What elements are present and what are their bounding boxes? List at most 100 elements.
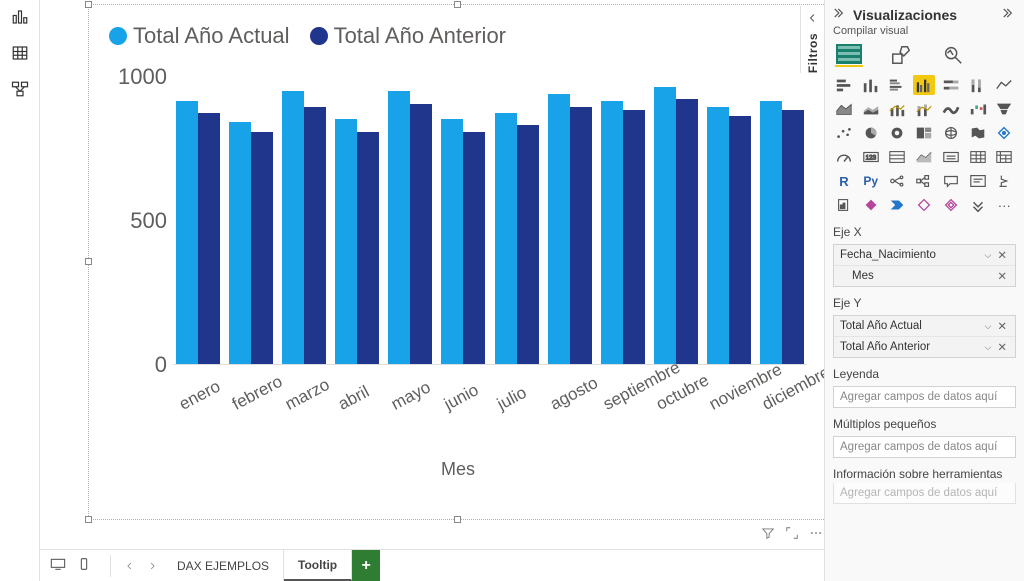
viz-100-stacked-column-icon[interactable] bbox=[967, 75, 989, 95]
chevron-down-icon[interactable]: ⌵ bbox=[985, 250, 992, 261]
bar-group[interactable] bbox=[386, 91, 435, 364]
viz-clustered-column-icon[interactable] bbox=[913, 75, 935, 95]
bar-series-1[interactable] bbox=[388, 91, 410, 364]
viz-table-icon[interactable] bbox=[967, 147, 989, 167]
viz-custom-2-icon[interactable] bbox=[940, 195, 962, 215]
viz-goals-icon[interactable] bbox=[993, 171, 1015, 191]
viz-matrix-icon[interactable] bbox=[993, 147, 1015, 167]
viz-donut-icon[interactable] bbox=[886, 123, 908, 143]
legend-item-1[interactable]: Total Año Actual bbox=[109, 23, 290, 49]
viz-azure-map-icon[interactable] bbox=[993, 123, 1015, 143]
plot-area[interactable] bbox=[173, 55, 807, 365]
multiplos-well[interactable]: Agregar campos de datos aquí bbox=[833, 436, 1016, 458]
viz-funnel-icon[interactable] bbox=[993, 99, 1015, 119]
model-view-icon[interactable] bbox=[9, 78, 31, 100]
viz-pie-icon[interactable] bbox=[860, 123, 882, 143]
chevron-down-icon[interactable]: ⌵ bbox=[985, 321, 992, 332]
phone-preview-icon[interactable] bbox=[76, 557, 92, 574]
viz-decomposition-tree-icon[interactable] bbox=[913, 171, 935, 191]
bar-group[interactable] bbox=[333, 119, 382, 364]
leyenda-well[interactable]: Agregar campos de datos aquí bbox=[833, 386, 1016, 408]
bar-series-1[interactable] bbox=[282, 91, 304, 364]
bar-group[interactable] bbox=[492, 113, 541, 364]
field-fecha-nacimiento[interactable]: Fecha_Nacimiento ⌵ ✕ bbox=[834, 245, 1015, 266]
field-mes[interactable]: Mes ✕ bbox=[834, 266, 1015, 286]
filters-pane-collapsed[interactable]: Filtros bbox=[800, 6, 824, 73]
viz-slicer-icon[interactable] bbox=[940, 147, 962, 167]
eje-y-well[interactable]: Total Año Actual ⌵ ✕ Total Año Anterior … bbox=[833, 315, 1016, 358]
viz-line-icon[interactable] bbox=[993, 75, 1015, 95]
bar-group[interactable] bbox=[279, 91, 328, 364]
viz-stacked-bar-icon[interactable] bbox=[833, 75, 855, 95]
eje-x-well[interactable]: Fecha_Nacimiento ⌵ ✕ Mes ✕ bbox=[833, 244, 1016, 287]
tab-dax-ejemplos[interactable]: DAX EJEMPLOS bbox=[163, 550, 284, 581]
viz-kpi-icon[interactable] bbox=[913, 147, 935, 167]
bar-series-2[interactable] bbox=[623, 110, 645, 364]
report-view-icon[interactable] bbox=[9, 6, 31, 28]
viz-gauge-icon[interactable] bbox=[833, 147, 855, 167]
viz-key-influencers-icon[interactable] bbox=[886, 171, 908, 191]
viz-map-icon[interactable] bbox=[940, 123, 962, 143]
remove-field-icon[interactable]: ✕ bbox=[995, 269, 1009, 283]
bar-series-1[interactable] bbox=[176, 101, 198, 365]
bar-series-2[interactable] bbox=[357, 132, 379, 365]
focus-mode-icon[interactable] bbox=[785, 526, 799, 543]
add-page-button[interactable]: + bbox=[352, 550, 380, 581]
bar-series-2[interactable] bbox=[570, 107, 592, 364]
remove-field-icon[interactable]: ✕ bbox=[995, 340, 1009, 354]
viz-r-icon[interactable]: R bbox=[833, 171, 855, 191]
tab-nav-prev-icon[interactable] bbox=[119, 550, 141, 581]
viz-line-clustered-column-icon[interactable] bbox=[886, 99, 908, 119]
bar-series-2[interactable] bbox=[463, 132, 485, 365]
viz-treemap-icon[interactable] bbox=[913, 123, 935, 143]
tooltip-well[interactable]: Agregar campos de datos aquí bbox=[833, 483, 1016, 504]
viz-custom-1-icon[interactable] bbox=[913, 195, 935, 215]
viz-clustered-bar-icon[interactable] bbox=[886, 75, 908, 95]
viz-powerapps-icon[interactable] bbox=[860, 195, 882, 215]
bar-series-2[interactable] bbox=[676, 99, 698, 364]
bar-series-2[interactable] bbox=[782, 110, 804, 364]
bar-series-1[interactable] bbox=[441, 119, 463, 364]
viz-more-icon[interactable]: ··· bbox=[993, 195, 1015, 215]
viz-tab-build[interactable] bbox=[835, 43, 863, 67]
bar-series-1[interactable] bbox=[335, 119, 357, 364]
bar-group[interactable] bbox=[439, 119, 488, 364]
chart-visual[interactable]: Total Año Actual Total Año Anterior 1000… bbox=[88, 4, 824, 520]
viz-multirow-card-icon[interactable] bbox=[886, 147, 908, 167]
more-options-icon[interactable] bbox=[809, 526, 823, 543]
remove-field-icon[interactable]: ✕ bbox=[995, 248, 1009, 262]
viz-powerautomate-icon[interactable] bbox=[886, 195, 908, 215]
viz-stacked-area-icon[interactable] bbox=[860, 99, 882, 119]
bar-series-2[interactable] bbox=[251, 132, 273, 365]
bar-group[interactable] bbox=[173, 101, 222, 365]
canvas-area[interactable]: Total Año Actual Total Año Anterior 1000… bbox=[40, 0, 824, 549]
expand-pane-icon[interactable] bbox=[1002, 6, 1016, 23]
viz-ribbon-icon[interactable] bbox=[940, 99, 962, 119]
field-total-ano-anterior[interactable]: Total Año Anterior ⌵ ✕ bbox=[834, 337, 1015, 357]
collapse-pane-icon[interactable] bbox=[833, 6, 847, 23]
remove-field-icon[interactable]: ✕ bbox=[995, 319, 1009, 333]
viz-get-more-icon[interactable] bbox=[967, 195, 989, 215]
desktop-preview-icon[interactable] bbox=[50, 557, 66, 574]
bar-series-1[interactable] bbox=[707, 107, 729, 364]
bar-group[interactable] bbox=[758, 101, 807, 365]
viz-scatter-icon[interactable] bbox=[833, 123, 855, 143]
bar-series-1[interactable] bbox=[601, 101, 623, 365]
viz-py-icon[interactable]: Py bbox=[860, 171, 882, 191]
bar-group[interactable] bbox=[598, 101, 647, 365]
bar-series-2[interactable] bbox=[198, 113, 220, 364]
viz-paginated-report-icon[interactable] bbox=[833, 195, 855, 215]
bar-series-1[interactable] bbox=[229, 122, 251, 364]
viz-stacked-column-icon[interactable] bbox=[860, 75, 882, 95]
viz-filled-map-icon[interactable] bbox=[967, 123, 989, 143]
bar-series-1[interactable] bbox=[495, 113, 517, 364]
bar-group[interactable] bbox=[652, 87, 701, 364]
bar-series-1[interactable] bbox=[760, 101, 782, 365]
bar-group[interactable] bbox=[226, 122, 275, 364]
viz-line-stacked-column-icon[interactable] bbox=[913, 99, 935, 119]
bar-series-1[interactable] bbox=[654, 87, 676, 364]
expand-filters-icon[interactable] bbox=[807, 12, 819, 27]
viz-card-icon[interactable]: 123 bbox=[860, 147, 882, 167]
bar-series-1[interactable] bbox=[548, 94, 570, 364]
field-total-ano-actual[interactable]: Total Año Actual ⌵ ✕ bbox=[834, 316, 1015, 337]
